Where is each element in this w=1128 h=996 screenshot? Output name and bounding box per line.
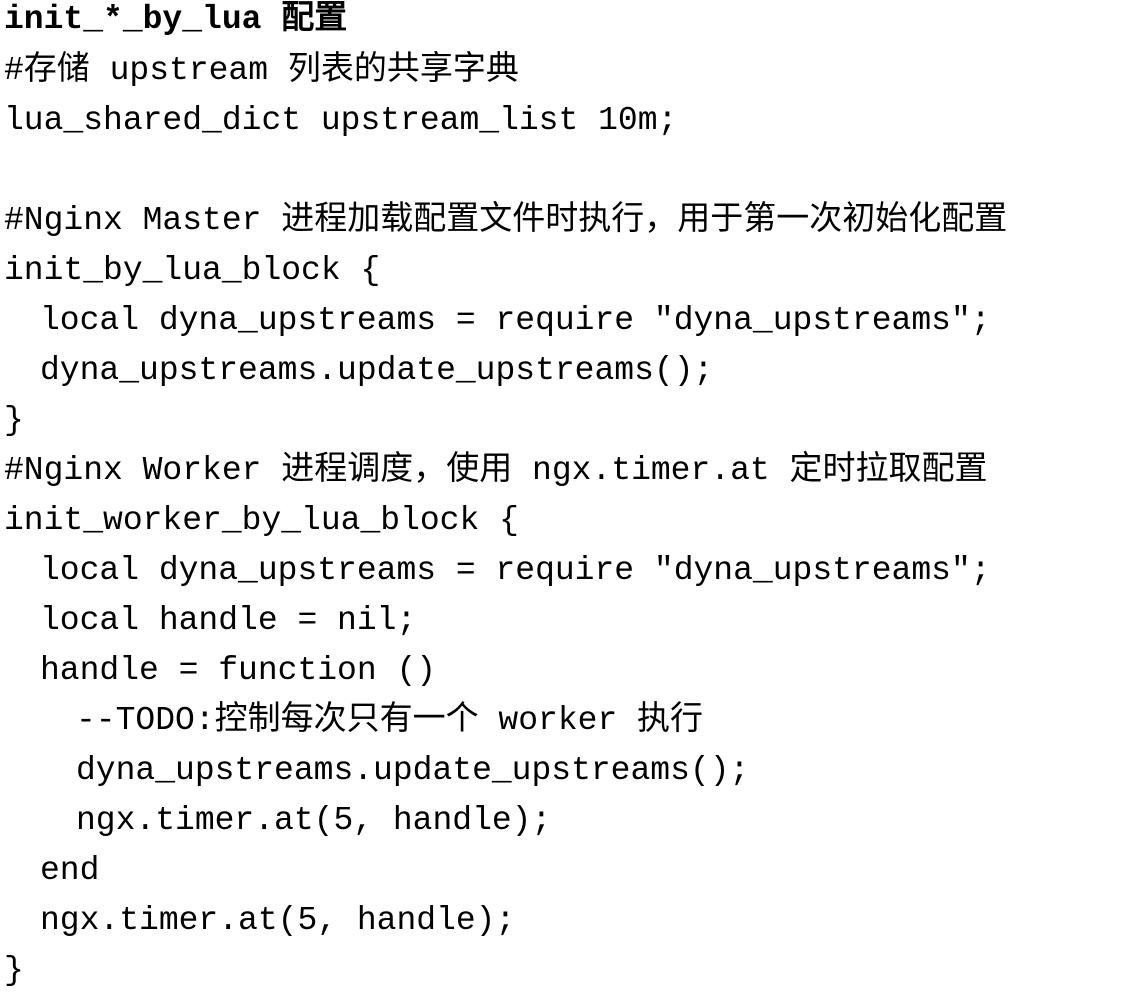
code-line: lua_shared_dict upstream_list 10m;	[4, 102, 678, 139]
code-line: ngx.timer.at(5, handle);	[76, 802, 552, 839]
code-line: ngx.timer.at(5, handle);	[40, 902, 516, 939]
code-line: init_worker_by_lua_block {	[4, 502, 519, 539]
code-line: local handle = nil;	[40, 602, 417, 639]
code-line: handle = function ()	[40, 652, 437, 689]
code-line: init_by_lua_block {	[4, 252, 381, 289]
code-line: }	[4, 402, 24, 439]
code-line: local dyna_upstreams = require "dyna_ups…	[40, 552, 991, 589]
document-title: init_*_by_lua 配置	[4, 1, 348, 38]
comment-line: #Nginx Master 进程加载配置文件时执行，用于第一次初始化配置	[4, 202, 1008, 239]
code-line: end	[40, 852, 100, 889]
comment-line: #存储 upstream 列表的共享字典	[4, 52, 519, 89]
code-line: local dyna_upstreams = require "dyna_ups…	[40, 302, 991, 339]
comment-line: --TODO:控制每次只有一个 worker 执行	[76, 702, 704, 739]
code-line: dyna_upstreams.update_upstreams();	[40, 352, 714, 389]
code-line: dyna_upstreams.update_upstreams();	[76, 752, 750, 789]
comment-line: #Nginx Worker 进程调度，使用 ngx.timer.at 定时拉取配…	[4, 452, 988, 489]
code-document: init_*_by_lua 配置 #存储 upstream 列表的共享字典 lu…	[4, 0, 1126, 996]
